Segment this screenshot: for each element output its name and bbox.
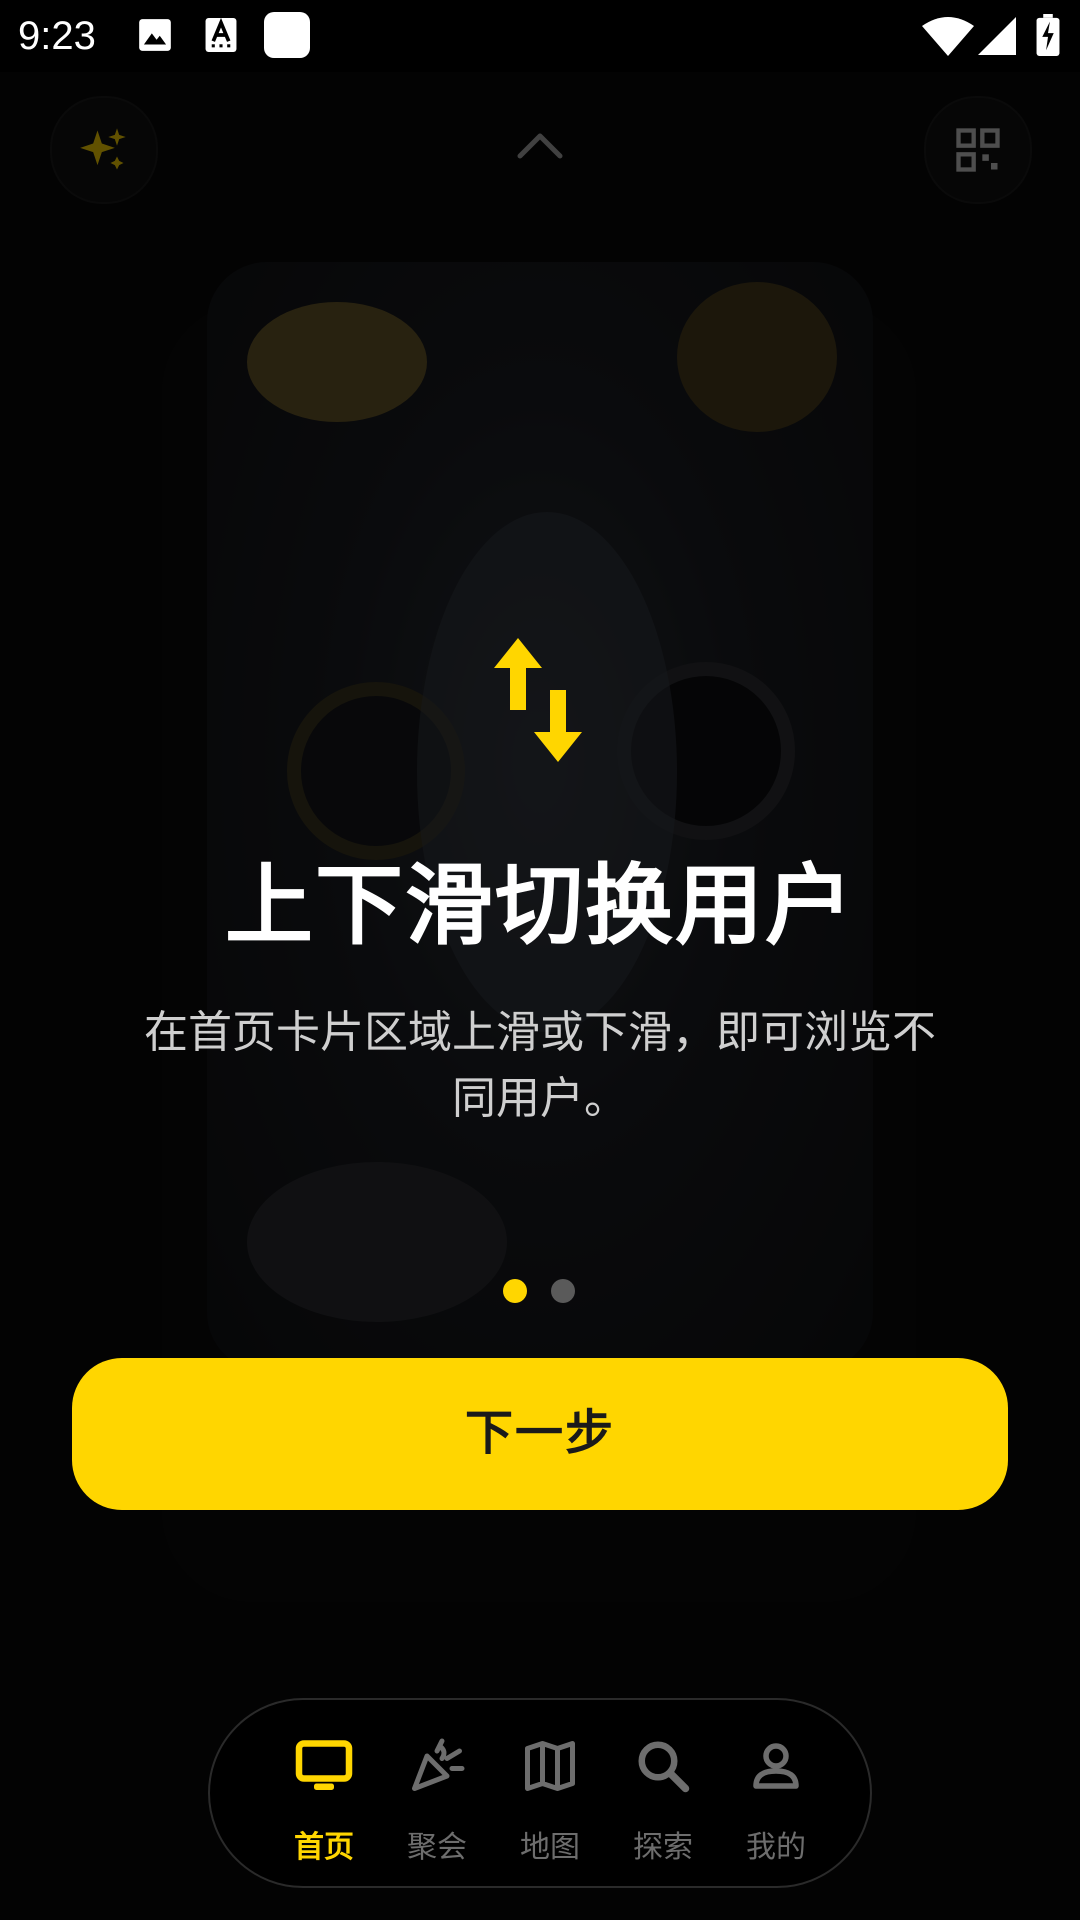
page-dot-active	[503, 1279, 527, 1303]
tab-label: 探索	[633, 1830, 693, 1865]
signal-icon	[978, 17, 1016, 55]
bottom-tab-bar: 首页 聚会 地图 探索 我的	[208, 1698, 872, 1888]
guide-title: 上下滑切换用户	[224, 854, 855, 957]
tv-icon	[295, 1740, 353, 1790]
tab-explore[interactable]: 探索	[607, 1700, 719, 1890]
tab-label: 地图	[520, 1830, 580, 1865]
tab-mine[interactable]: 我的	[720, 1700, 832, 1890]
tab-label: 聚会	[407, 1830, 467, 1865]
a-keyboard-icon	[205, 17, 237, 52]
battery-charging-icon	[1036, 14, 1060, 56]
page-indicator	[0, 1279, 1080, 1305]
app-square-icon	[264, 12, 310, 58]
guide-description: 在首页卡片区域上滑或下滑，即可浏览不同用户。	[144, 1007, 936, 1124]
status-bar: 9:23	[0, 0, 1080, 72]
person-icon	[753, 1743, 799, 1789]
tab-home[interactable]: 首页	[268, 1700, 380, 1890]
tab-label: 首页	[294, 1830, 354, 1865]
search-icon	[638, 1741, 690, 1793]
tab-label: 我的	[746, 1830, 806, 1865]
wifi-icon	[922, 17, 974, 56]
tab-party[interactable]: 聚会	[381, 1700, 493, 1890]
page-dot-inactive	[551, 1279, 575, 1303]
swap-vertical-icon	[494, 638, 582, 762]
status-time: 9:23	[18, 14, 96, 58]
map-icon	[525, 1741, 575, 1791]
onboarding-guide: 上下滑切换用户 在首页卡片区域上滑或下滑，即可浏览不同用户。 下一步	[0, 0, 1080, 1920]
next-step-button[interactable]: 下一步	[72, 1358, 1008, 1510]
party-popper-icon	[412, 1738, 465, 1791]
tab-map[interactable]: 地图	[494, 1700, 606, 1890]
gallery-icon	[139, 19, 171, 51]
onboarding-screen: 9:23 上下滑切换用户 在首页卡片区域上滑或下滑，即可浏览不同用户。 下一步 …	[0, 0, 1080, 1920]
